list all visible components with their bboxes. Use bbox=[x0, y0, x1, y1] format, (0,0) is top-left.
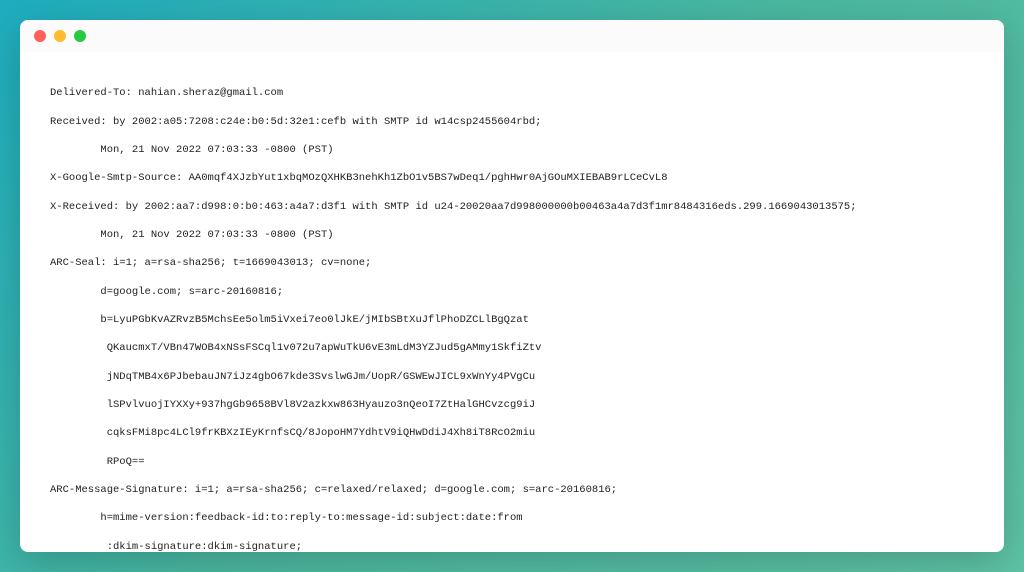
header-line: h=mime-version:feedback-id:to:reply-to:m… bbox=[50, 511, 974, 525]
header-line: Delivered-To: nahian.sheraz@gmail.com bbox=[50, 86, 974, 100]
header-line: d=google.com; s=arc-20160816; bbox=[50, 285, 974, 299]
header-line: jNDqTMB4x6PJbebauJN7iJz4gbO67kde3SvslwGJ… bbox=[50, 370, 974, 384]
header-line: Mon, 21 Nov 2022 07:03:33 -0800 (PST) bbox=[50, 143, 974, 157]
zoom-icon[interactable] bbox=[74, 30, 86, 42]
header-line: ARC-Message-Signature: i=1; a=rsa-sha256… bbox=[50, 483, 974, 497]
header-line: Mon, 21 Nov 2022 07:03:33 -0800 (PST) bbox=[50, 228, 974, 242]
email-headers-content: Delivered-To: nahian.sheraz@gmail.com Re… bbox=[20, 52, 1004, 552]
header-line: X-Google-Smtp-Source: AA0mqf4XJzbYut1xbq… bbox=[50, 171, 974, 185]
header-line: RPoQ== bbox=[50, 455, 974, 469]
header-line: :dkim-signature:dkim-signature; bbox=[50, 540, 974, 552]
header-line: ARC-Seal: i=1; a=rsa-sha256; t=166904301… bbox=[50, 256, 974, 270]
header-line: b=LyuPGbKvAZRvzB5MchsEe5olm5iVxei7eo0lJk… bbox=[50, 313, 974, 327]
window-titlebar bbox=[20, 20, 1004, 52]
header-line: Received: by 2002:a05:7208:c24e:b0:5d:32… bbox=[50, 115, 974, 129]
terminal-window: Delivered-To: nahian.sheraz@gmail.com Re… bbox=[20, 20, 1004, 552]
minimize-icon[interactable] bbox=[54, 30, 66, 42]
header-line: X-Received: by 2002:aa7:d998:0:b0:463:a4… bbox=[50, 200, 974, 214]
header-line: lSPvlvuojIYXXy+937hgGb9658BVl8V2azkxw863… bbox=[50, 398, 974, 412]
close-icon[interactable] bbox=[34, 30, 46, 42]
header-line: cqksFMi8pc4LCl9frKBXzIEyKrnfsCQ/8JopoHM7… bbox=[50, 426, 974, 440]
header-line: QKaucmxT/VBn47WOB4xNSsFSCql1v072u7apWuTk… bbox=[50, 341, 974, 355]
